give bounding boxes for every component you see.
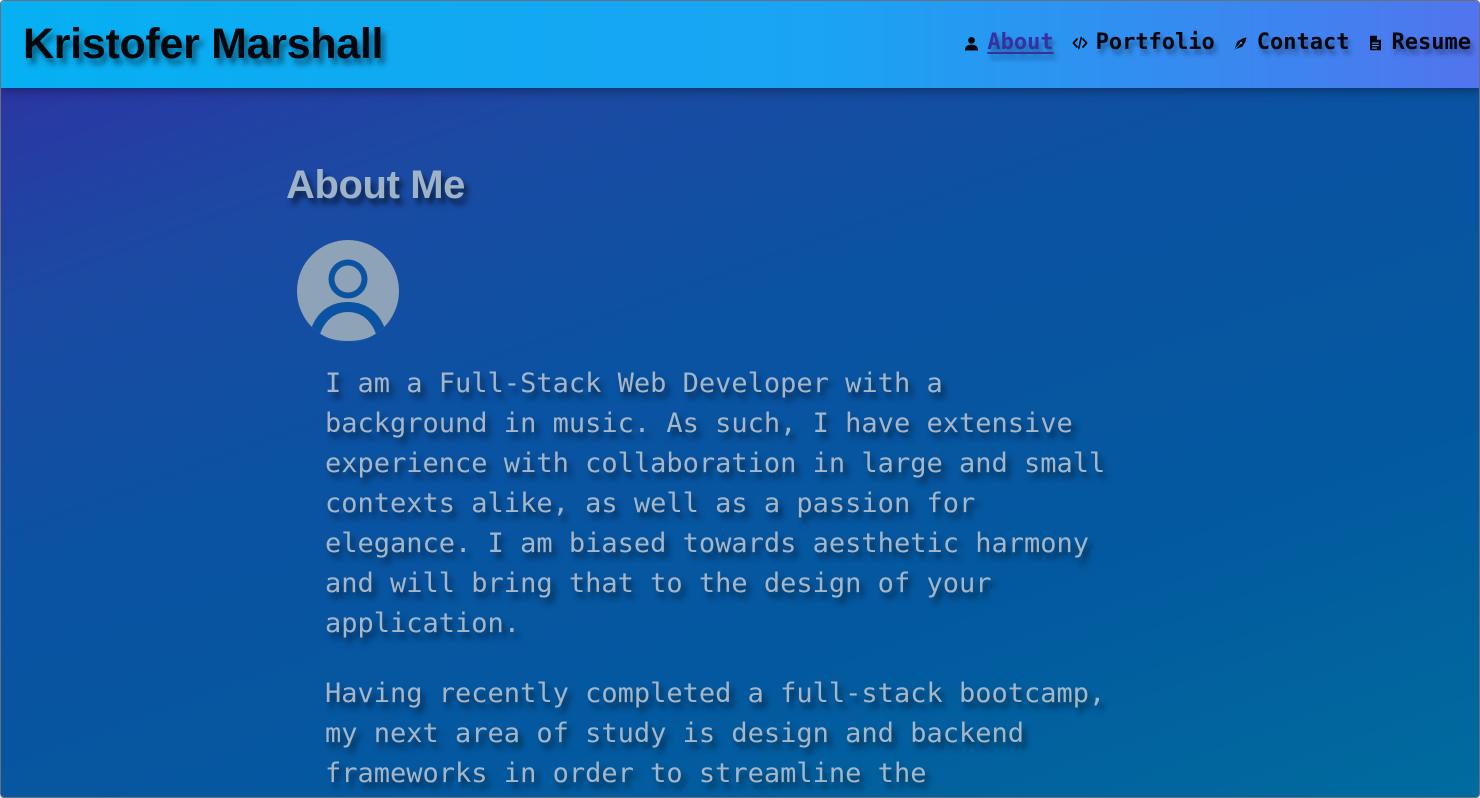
nav-resume[interactable]: Resume: [1368, 29, 1471, 57]
nav-resume-label: Resume: [1391, 30, 1471, 55]
bio-paragraph: Having recently completed a full-stack b…: [325, 678, 1106, 789]
file-icon: [1368, 35, 1384, 51]
nav-contact[interactable]: Contact: [1233, 29, 1350, 57]
nav-about[interactable]: About: [963, 29, 1054, 57]
nav-contact-label: Contact: [1256, 30, 1350, 55]
pen-nib-icon: [1233, 35, 1249, 51]
user-icon: [963, 35, 979, 51]
about-section: About Me I am a Full-Stack Web Developer…: [1, 88, 1479, 797]
bio-paragraph: I am a Full-Stack Web Developer with a b…: [325, 368, 1106, 639]
bio-text: I am a Full-Stack Web Developer with a b…: [325, 364, 1205, 797]
code-icon: [1072, 35, 1088, 51]
browser-viewport: Kristofer Marshall About Portfolio Conta…: [0, 0, 1480, 798]
site-brand[interactable]: Kristofer Marshall: [23, 19, 384, 69]
section-title: About Me: [286, 163, 465, 207]
nav-portfolio[interactable]: Portfolio: [1072, 29, 1215, 57]
main-nav: About Portfolio Contact Resume: [963, 29, 1471, 57]
nav-about-label: About: [987, 30, 1054, 55]
user-circle-icon: [297, 240, 399, 342]
nav-portfolio-label: Portfolio: [1095, 30, 1215, 55]
site-header: Kristofer Marshall About Portfolio Conta…: [1, 1, 1479, 88]
